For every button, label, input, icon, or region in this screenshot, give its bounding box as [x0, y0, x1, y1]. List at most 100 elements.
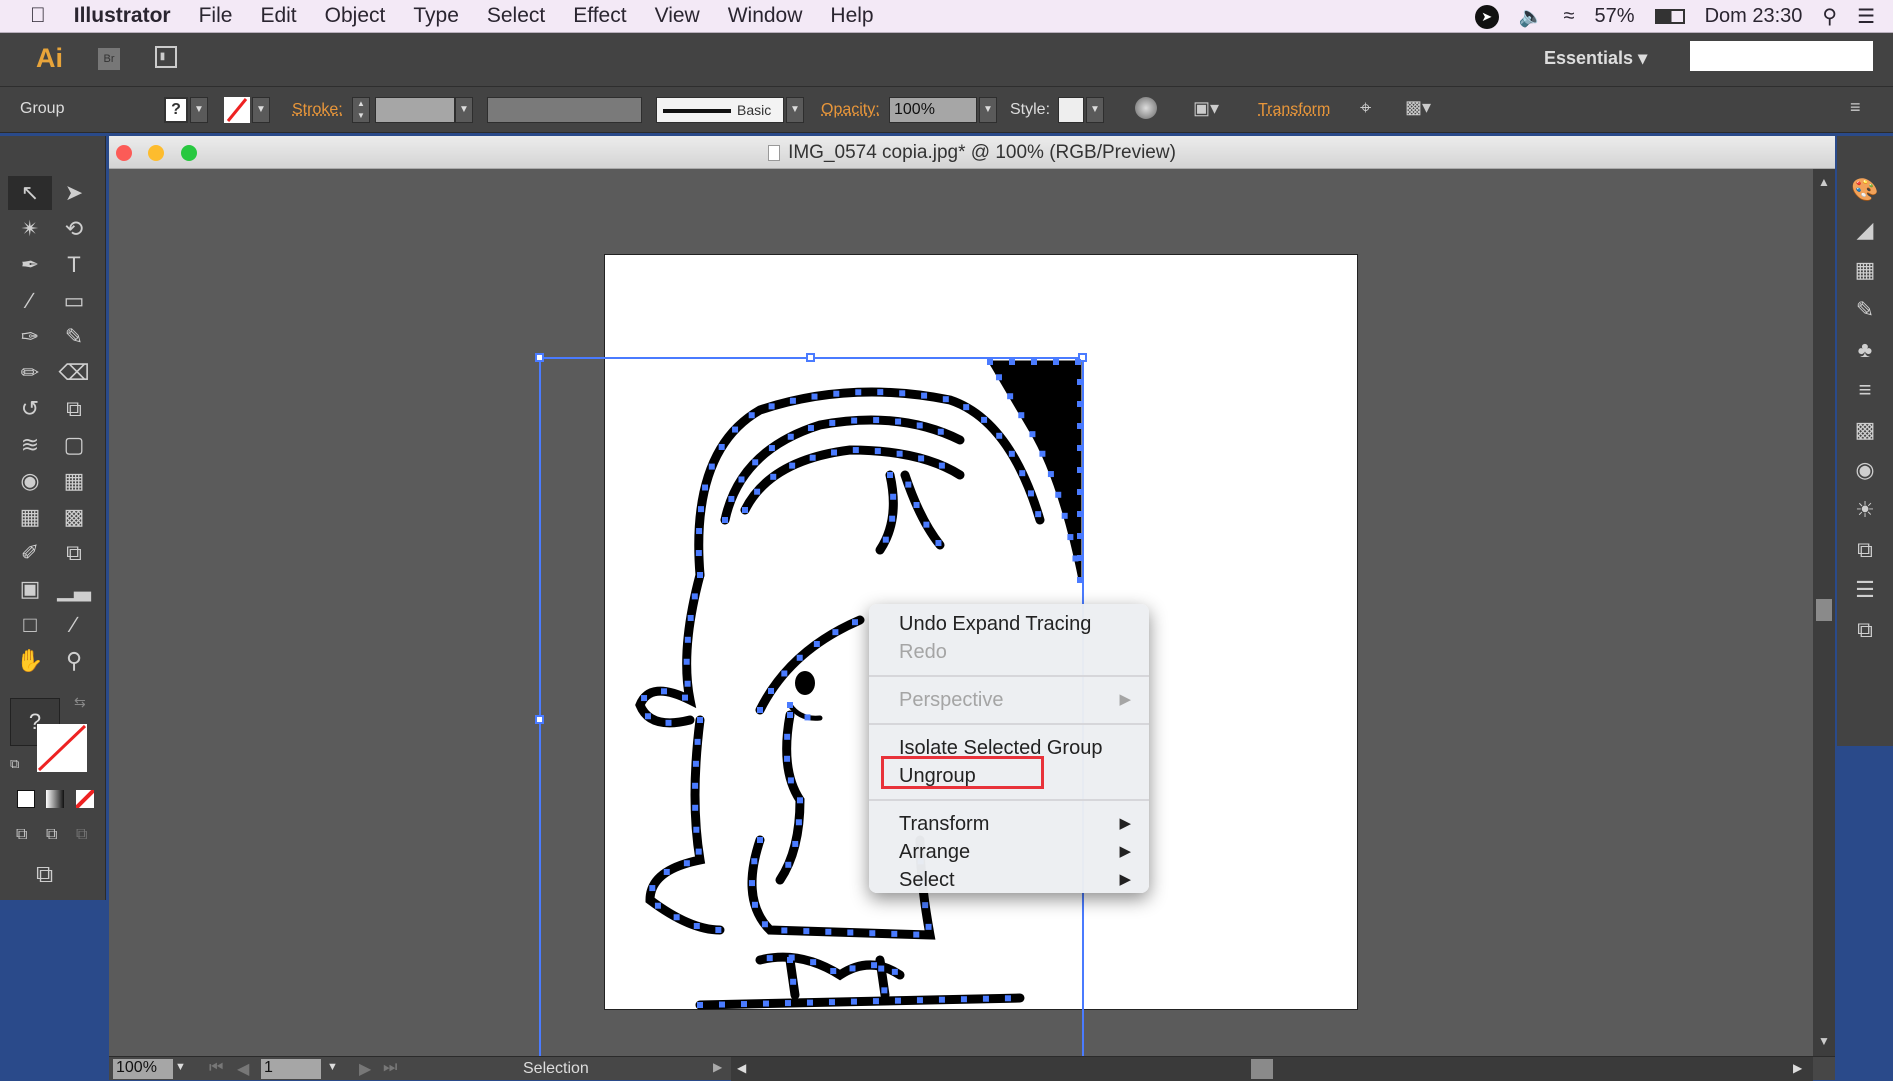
pen-tool-icon[interactable]: ✒ [8, 248, 52, 282]
horizontal-scroll-thumb[interactable] [1251, 1059, 1273, 1079]
pencil-tool-icon[interactable]: ✎ [52, 320, 96, 354]
zoom-dropdown[interactable]: ▼ [175, 1061, 186, 1073]
type-tool-icon[interactable]: T [52, 248, 96, 282]
menu-item-undo-expand-tracing[interactable]: Undo Expand Tracing [869, 610, 1149, 638]
anchor-point [1067, 534, 1074, 541]
zoom-field[interactable]: 100% [113, 1059, 173, 1079]
draw-behind-icon[interactable]: ⧉ [46, 826, 57, 844]
status-bar: 100% ▼ ⏮ ◀ 1 ▼ ▶ ⏭ Selection ▶ ◀ ▶ [109, 1056, 1835, 1081]
rectangle-tool-icon[interactable]: ▭ [52, 284, 96, 318]
stroke-panel-icon[interactable]: ≡ [1837, 370, 1893, 410]
scroll-up-icon[interactable]: ▲ [1818, 175, 1830, 189]
anchor-point [1035, 511, 1042, 518]
anchor-point [921, 392, 928, 399]
lasso-tool-icon[interactable]: ⟲ [52, 212, 96, 246]
paintbrush-tool-icon[interactable]: ✑ [8, 320, 52, 354]
warp-tool-icon[interactable]: ≋ [8, 428, 52, 462]
anchor-point [787, 957, 793, 963]
menu-item-arrange[interactable]: Arrange ▶ [869, 838, 1149, 866]
vertical-scroll-thumb[interactable] [1816, 599, 1832, 621]
artboard-tool-icon[interactable]: □ [8, 608, 52, 642]
color-panel-icon[interactable]: 🎨 [1837, 170, 1893, 210]
scroll-left-icon[interactable]: ◀ [737, 1061, 746, 1075]
default-fill-stroke-icon[interactable]: ⧉ [10, 756, 19, 772]
anchor-point [1077, 533, 1083, 539]
none-mode-button[interactable] [76, 790, 94, 808]
brushes-panel-icon[interactable]: ✎ [1837, 290, 1893, 330]
zoom-tool-icon[interactable]: ⚲ [52, 644, 96, 678]
selection-tool-icon[interactable]: ↖ [8, 176, 52, 210]
traced-artwork[interactable] [0, 0, 1893, 1080]
scroll-down-icon[interactable]: ▼ [1818, 1034, 1830, 1048]
slice-tool-icon[interactable]: ∕ [52, 608, 96, 642]
magic-wand-tool-icon[interactable]: ✴ [8, 212, 52, 246]
horizontal-scrollbar[interactable]: ◀ ▶ [731, 1057, 1813, 1081]
status-menu-arrow-icon[interactable]: ▶ [713, 1060, 722, 1074]
anchor-point [833, 390, 840, 397]
anchor-point [749, 880, 756, 887]
anchor-point [850, 998, 857, 1005]
anchor-point [851, 619, 858, 626]
anchor-point [804, 714, 811, 721]
layers-panel-icon[interactable]: ☰ [1837, 570, 1893, 610]
gradient-tool-icon[interactable]: ▩ [52, 500, 96, 534]
anchor-point [855, 389, 862, 396]
direct-selection-tool-icon[interactable]: ➤ [52, 176, 96, 210]
symbol-sprayer-tool-icon[interactable]: ▣ [8, 572, 52, 606]
scale-tool-icon[interactable]: ⧉ [52, 392, 96, 426]
swatches-panel-icon[interactable]: ▦ [1837, 250, 1893, 290]
screen-mode-icon[interactable]: ⧉ [36, 861, 53, 889]
rotate-tool-icon[interactable]: ↺ [8, 392, 52, 426]
eyedropper-tool-icon[interactable]: ✐ [8, 536, 52, 570]
anchor-point [829, 419, 836, 426]
anchor-point [718, 1001, 725, 1008]
draw-inside-icon[interactable]: ⧉ [76, 826, 87, 844]
symbols-panel-icon[interactable]: ♣ [1837, 330, 1893, 370]
perspective-grid-tool-icon[interactable]: ▦ [52, 464, 96, 498]
gradient-panel-icon[interactable]: ▩ [1837, 410, 1893, 450]
artboard-dropdown[interactable]: ▼ [327, 1061, 338, 1073]
anchor-point [935, 540, 942, 547]
anchor-point [878, 965, 885, 972]
transparency-panel-icon[interactable]: ◉ [1837, 450, 1893, 490]
free-transform-tool-icon[interactable]: ▢ [52, 428, 96, 462]
stroke-color-box[interactable] [37, 724, 87, 772]
mesh-tool-icon[interactable]: ▦ [8, 500, 52, 534]
first-artboard-icon[interactable]: ⏮ [209, 1059, 223, 1077]
graphic-styles-panel-icon[interactable]: ⧉ [1837, 530, 1893, 570]
anchor-point [722, 517, 728, 523]
hand-tool-icon[interactable]: ✋ [8, 644, 52, 678]
anchor-point [809, 454, 816, 461]
line-segment-tool-icon[interactable]: ∕ [8, 284, 52, 318]
draw-normal-icon[interactable]: ⧉ [16, 826, 27, 844]
anchor-point [792, 840, 799, 847]
artboard-number-field[interactable]: 1 [261, 1059, 321, 1079]
color-mode-button[interactable] [17, 790, 35, 808]
swap-fill-stroke-icon[interactable]: ⇆ [74, 694, 86, 711]
anchor-point [937, 428, 944, 435]
previous-artboard-icon[interactable]: ◀ [237, 1059, 249, 1079]
anchor-point [785, 861, 792, 868]
anchor-point [683, 658, 690, 665]
blend-tool-icon[interactable]: ⧉ [52, 536, 96, 570]
menu-item-select[interactable]: Select ▶ [869, 866, 1149, 894]
appearance-panel-icon[interactable]: ☀ [1837, 490, 1893, 530]
anchor-point [732, 426, 739, 433]
vertical-scrollbar[interactable]: ▲ ▼ [1813, 169, 1835, 1056]
eraser-tool-icon[interactable]: ⌫ [52, 356, 96, 390]
menu-item-transform[interactable]: Transform ▶ [869, 810, 1149, 838]
color-guide-panel-icon[interactable]: ◢ [1837, 210, 1893, 250]
scroll-right-icon[interactable]: ▶ [1793, 1061, 1802, 1075]
gradient-mode-button[interactable] [46, 790, 64, 808]
column-graph-tool-icon[interactable]: ▁▃ [52, 572, 96, 606]
next-artboard-icon[interactable]: ▶ [359, 1059, 371, 1079]
select-label: Select [899, 869, 955, 891]
blob-brush-tool-icon[interactable]: ✏ [8, 356, 52, 390]
shape-builder-tool-icon[interactable]: ◉ [8, 464, 52, 498]
anchor-point [891, 930, 898, 937]
artboards-panel-icon[interactable]: ⧉ [1837, 610, 1893, 650]
anchor-point [781, 670, 788, 677]
last-artboard-icon[interactable]: ⏭ [383, 1059, 397, 1077]
anchor-point [803, 928, 810, 935]
current-tool-status[interactable]: Selection [523, 1060, 589, 1078]
